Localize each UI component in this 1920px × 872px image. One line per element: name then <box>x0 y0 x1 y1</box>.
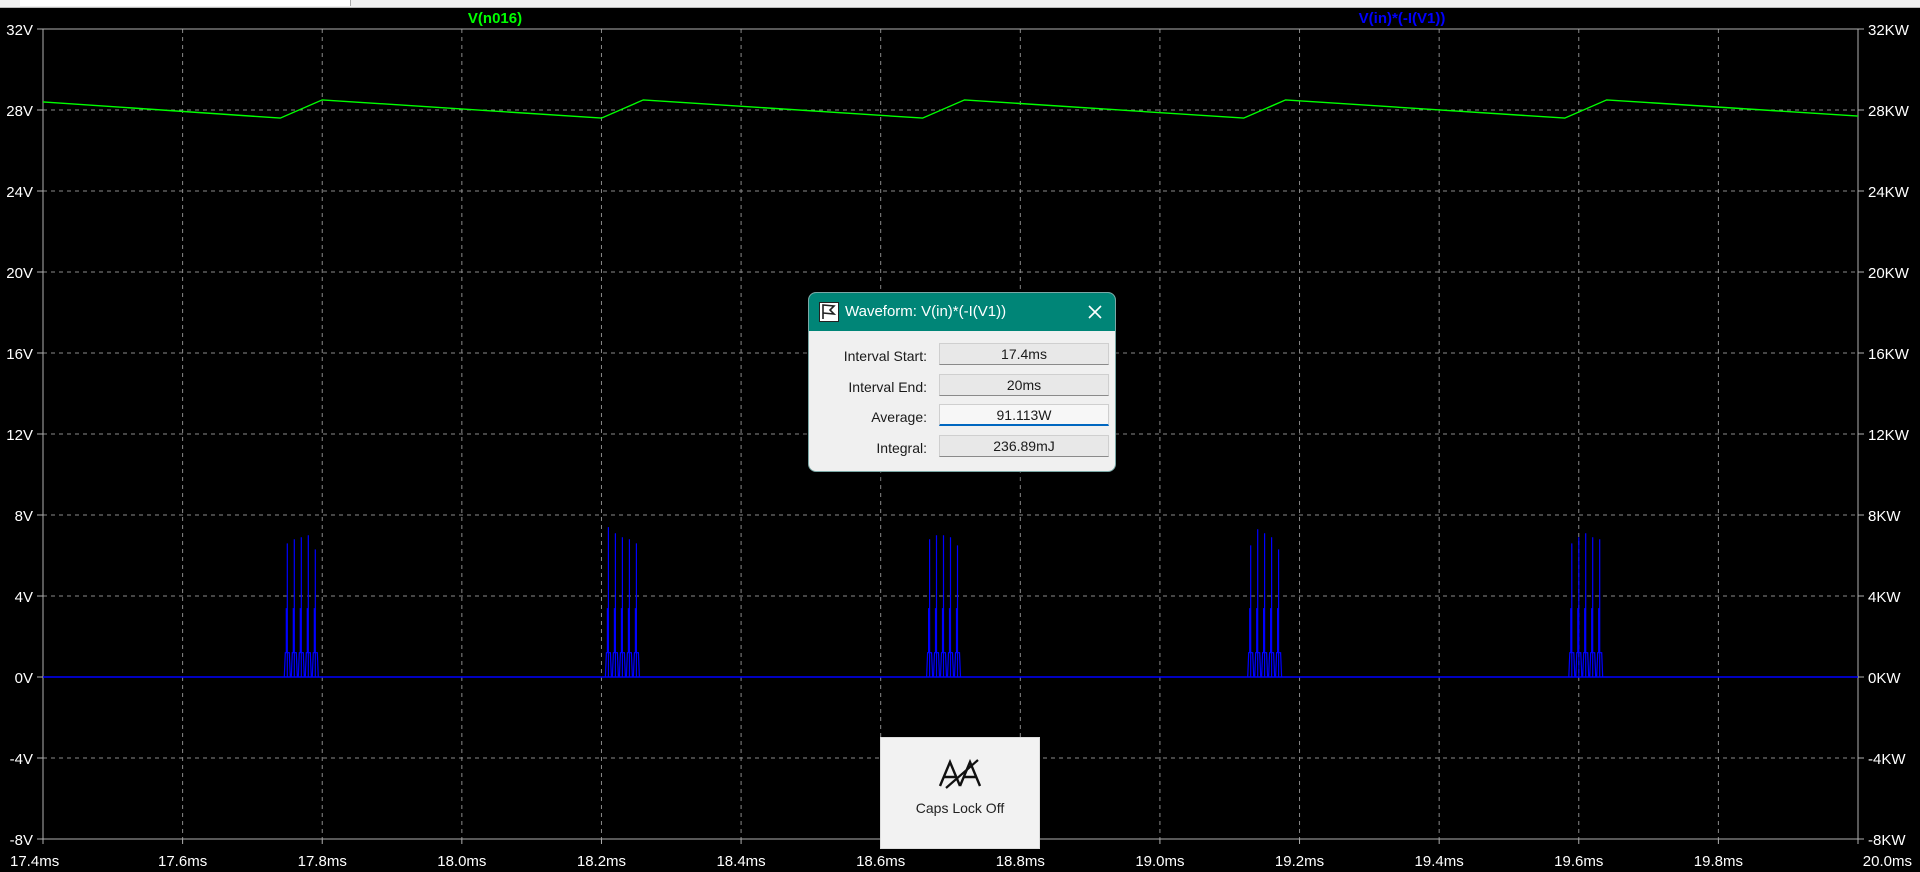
average-row: Average: 91.113W <box>809 404 1115 435</box>
left-axis: 32V 28V 24V 20V 16V 12V 8V 4V 0V -4V -8V <box>6 22 43 849</box>
x-tick-label: 19.0ms <box>1135 853 1184 870</box>
trace-power-burst <box>926 535 962 678</box>
interval-start-label: Interval Start: <box>843 348 927 364</box>
dialog-body: Interval Start: 17.4ms Interval End: 20m… <box>809 331 1115 465</box>
right-tick-label: 32KW <box>1868 22 1910 39</box>
x-tick-label: 18.6ms <box>856 853 905 870</box>
right-tick-label: 20KW <box>1868 265 1910 282</box>
right-tick-label: 24KW <box>1868 184 1910 201</box>
close-icon[interactable] <box>1083 300 1107 324</box>
right-tick-label: 16KW <box>1868 346 1910 363</box>
right-tick-label: -4KW <box>1868 751 1906 768</box>
integral-label: Integral: <box>876 439 927 456</box>
integral-field[interactable]: 236.89mJ <box>939 434 1109 457</box>
x-tick-label: 19.6ms <box>1554 853 1603 870</box>
trace-power-burst <box>1247 529 1283 678</box>
interval-end-label: Interval End: <box>848 378 927 395</box>
average-field[interactable]: 91.113W <box>939 404 1109 426</box>
right-tick-label: -8KW <box>1868 832 1906 849</box>
right-tick-label: 12KW <box>1868 427 1910 444</box>
right-tick-label: 0KW <box>1868 670 1901 687</box>
left-tick-label: 16V <box>6 346 33 363</box>
left-tick-label: 12V <box>6 427 33 444</box>
caps-lock-label: Caps Lock Off <box>915 800 1005 816</box>
x-tick-label: 18.2ms <box>577 853 626 870</box>
trace-labels: V(n016) V(in)*(-I(V1)) <box>468 10 1445 27</box>
integral-row: Integral: 236.89mJ <box>809 434 1115 466</box>
left-tick-label: 0V <box>15 670 33 687</box>
x-tick-label: 18.0ms <box>437 853 486 870</box>
interval-start-row: Interval Start: 17.4ms <box>809 343 1115 374</box>
left-tick-label: 32V <box>6 22 33 39</box>
dialog-title: Waveform: V(in)*(-I(V1)) <box>845 303 1007 320</box>
caps-lock-indicator: Caps Lock Off <box>880 737 1040 849</box>
x-tick-label: 19.4ms <box>1415 853 1464 870</box>
left-tick-label: 4V <box>15 589 33 606</box>
left-tick-label: 20V <box>6 265 33 282</box>
x-tick-label: 17.6ms <box>158 853 207 870</box>
interval-end-row: Interval End: 20ms <box>809 373 1115 405</box>
trace-label: V(in)*(-I(V1)) <box>1359 10 1446 27</box>
waveform-flag-icon <box>819 302 839 322</box>
left-tick-label: -8V <box>10 832 33 849</box>
left-tick-label: 8V <box>15 508 33 525</box>
left-tick-label: 24V <box>6 184 33 201</box>
right-axis: 32KW 28KW 24KW 20KW 16KW 12KW 8KW 4KW 0KW -4KW -8K… <box>1858 22 1910 849</box>
trace-power-burst <box>604 527 640 678</box>
right-tick-label: 4KW <box>1868 589 1901 606</box>
average-label: Average: <box>871 409 927 425</box>
interval-end-field[interactable]: 20ms <box>939 373 1109 396</box>
waveform-dialog[interactable]: Waveform: V(in)*(-I(V1)) Interval Start:… <box>808 292 1116 472</box>
x-tick-label: 19.2ms <box>1275 853 1324 870</box>
x-tick-label: 19.8ms <box>1694 853 1743 870</box>
x-tick-label: 18.8ms <box>996 853 1045 870</box>
trace-power-burst <box>283 535 319 678</box>
left-tick-label: -4V <box>10 751 33 768</box>
right-tick-label: 8KW <box>1868 508 1901 525</box>
trace-label: V(n016) <box>468 10 522 27</box>
x-tick-label: 17.4ms <box>10 853 59 870</box>
trace-v-n016 <box>42 99 1859 119</box>
x-tick-label: 18.4ms <box>716 853 765 870</box>
x-tick-label: 17.8ms <box>298 853 347 870</box>
left-tick-label: 28V <box>6 103 33 120</box>
interval-start-field[interactable]: 17.4ms <box>939 343 1109 365</box>
trace-power-burst <box>1568 533 1604 678</box>
dialog-titlebar[interactable]: Waveform: V(in)*(-I(V1)) <box>809 293 1115 331</box>
x-tick-label: 20.0ms <box>1863 853 1912 870</box>
right-tick-label: 28KW <box>1868 103 1910 120</box>
caps-lock-off-icon <box>938 758 982 789</box>
